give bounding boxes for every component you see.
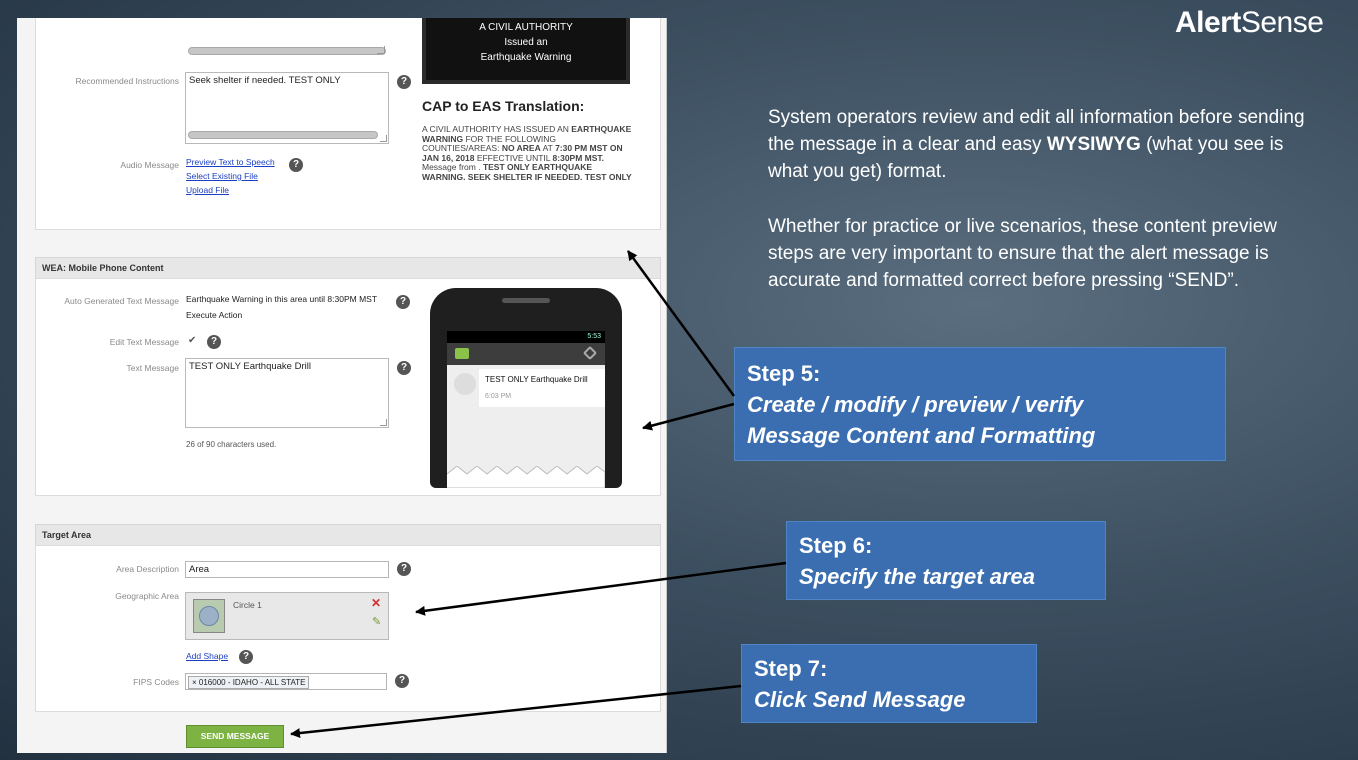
arrow-to-phone xyxy=(642,402,735,431)
arrow-to-geo-area xyxy=(415,561,787,616)
callout-arrows xyxy=(290,250,787,739)
arrow-to-wea-header xyxy=(626,250,736,397)
arrow-to-send-button xyxy=(290,684,742,739)
